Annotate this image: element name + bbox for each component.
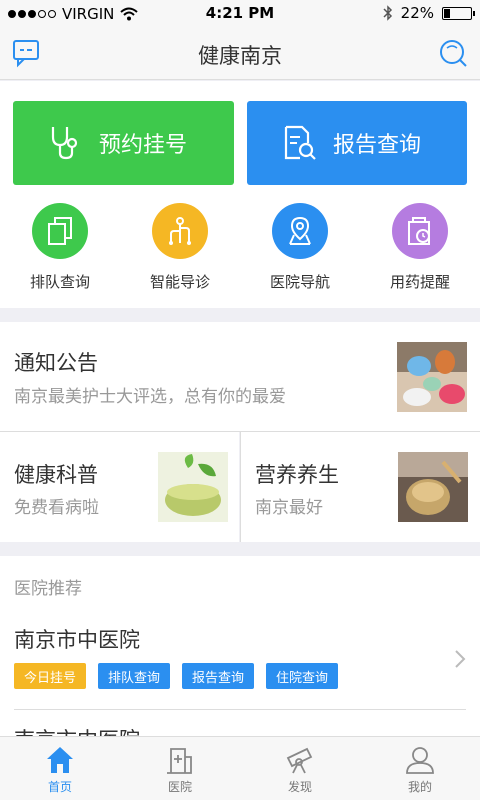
hospital-navigation-label: 医院导航 bbox=[269, 273, 330, 291]
medicine-reminder-label: 用药提醒 bbox=[389, 273, 450, 291]
report-query-button[interactable]: 报告查询 bbox=[247, 101, 467, 185]
notice-subtitle: 南京最美护士大评选，总有你的最爱 bbox=[14, 387, 286, 407]
tab-hospital-label: 医院 bbox=[167, 780, 192, 794]
report-query-label: 报告查询 bbox=[333, 133, 422, 158]
report-search-icon bbox=[284, 125, 316, 160]
tab-home-label: 首页 bbox=[47, 780, 72, 794]
nutrition-card[interactable]: 营养养生 南京最好 bbox=[240, 432, 480, 542]
smart-guide-label: 智能导诊 bbox=[149, 273, 210, 291]
status-bar: VIRGIN 4:21 PM 22% bbox=[0, 0, 480, 28]
telescope-icon bbox=[286, 747, 313, 774]
recommend-section-title: 医院推荐 bbox=[14, 579, 82, 599]
queue-query-label: 排队查询 bbox=[29, 273, 90, 291]
inpatient-query-tag[interactable]: 住院查询 bbox=[266, 663, 339, 689]
page-title: 健康南京 bbox=[198, 44, 282, 68]
hospital-icon bbox=[167, 748, 192, 774]
health-science-card[interactable]: 健康科普 免费看病啦 bbox=[0, 432, 239, 542]
appointment-label: 预约挂号 bbox=[99, 133, 188, 158]
health-science-subtitle: 免费看病啦 bbox=[14, 498, 99, 518]
green-tea-thumbnail bbox=[158, 452, 228, 522]
hospital-navigation-button[interactable]: 医院导航 bbox=[240, 203, 360, 292]
tab-hospital[interactable]: 医院 bbox=[120, 737, 240, 800]
hospital-name[interactable]: 南京市中医院 bbox=[14, 624, 140, 654]
queue-icon bbox=[48, 217, 72, 245]
home-icon bbox=[47, 747, 73, 773]
main-actions-section: 预约挂号 报告查询 排队查询 智能导诊 医院导航 用药提醒 bbox=[0, 81, 480, 308]
divider bbox=[14, 709, 466, 710]
health-science-title: 健康科普 bbox=[14, 463, 98, 487]
battery-icon bbox=[442, 6, 475, 20]
tab-home[interactable]: 首页 bbox=[0, 737, 120, 800]
honey-thumbnail bbox=[398, 452, 468, 522]
tab-profile[interactable]: 我的 bbox=[360, 737, 480, 800]
notice-card[interactable]: 通知公告 南京最美护士大评选，总有你的最爱 bbox=[0, 322, 480, 432]
nutrition-title: 营养养生 bbox=[255, 463, 339, 487]
tab-bar: 首页 医院 发现 我的 bbox=[0, 736, 480, 800]
report-query-tag[interactable]: 报告查询 bbox=[182, 663, 255, 689]
bluetooth-icon bbox=[383, 5, 392, 21]
tab-discover-label: 发现 bbox=[287, 780, 312, 794]
stethoscope-icon bbox=[51, 127, 78, 160]
search-icon[interactable] bbox=[438, 38, 468, 68]
hospital-recommend-section: 医院推荐 南京市中医院 今日挂号 排队查询 报告查询 住院查询 南京市中医院 bbox=[0, 556, 480, 736]
appointment-button[interactable]: 预约挂号 bbox=[13, 101, 234, 185]
smart-guide-button[interactable]: 智能导诊 bbox=[120, 203, 240, 292]
notice-title: 通知公告 bbox=[14, 351, 98, 375]
notice-thumbnail bbox=[397, 342, 467, 412]
user-icon bbox=[406, 747, 434, 774]
nutrition-subtitle: 南京最好 bbox=[255, 498, 323, 518]
battery-percent: 22% bbox=[400, 4, 434, 22]
nav-bar: 健康南京 bbox=[0, 28, 480, 80]
chevron-right-icon[interactable] bbox=[454, 649, 466, 669]
medicine-reminder-button[interactable]: 用药提醒 bbox=[360, 203, 480, 292]
medicine-clock-icon bbox=[408, 217, 430, 245]
today-register-tag[interactable]: 今日挂号 bbox=[14, 663, 87, 689]
guide-icon bbox=[169, 217, 191, 245]
queue-query-tag[interactable]: 排队查询 bbox=[98, 663, 171, 689]
hospital-name[interactable]: 南京市中医院 bbox=[14, 724, 140, 736]
map-pin-icon bbox=[289, 216, 311, 245]
queue-query-button[interactable]: 排队查询 bbox=[0, 203, 120, 292]
tab-profile-label: 我的 bbox=[407, 780, 432, 794]
tab-discover[interactable]: 发现 bbox=[240, 737, 360, 800]
